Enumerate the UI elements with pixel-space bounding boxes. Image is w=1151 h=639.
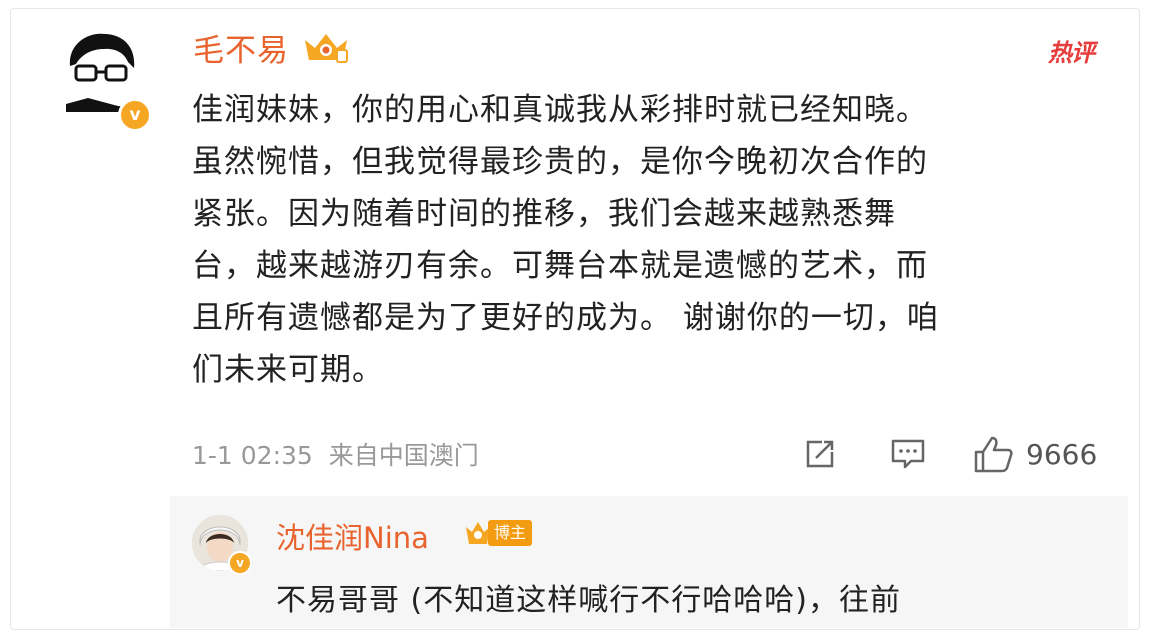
share-icon: [806, 440, 834, 468]
verified-icon: v: [228, 551, 252, 575]
like-count: 9666: [1026, 437, 1098, 471]
hot-comment-tag: 热评: [1048, 39, 1095, 67]
verified-icon: v: [118, 98, 152, 132]
location: 来自中国澳门: [328, 441, 479, 470]
comment-meta: 1-1 02:35 来自中国澳门: [192, 436, 479, 472]
blogger-tag: 博主: [488, 520, 533, 546]
share-button[interactable]: [802, 436, 838, 472]
comment-line: 且所有遗憾都是为了更好的成为。 谢谢你的一切，咱: [192, 300, 939, 336]
thumbs-up-icon: [974, 436, 1013, 473]
reply-username[interactable]: 沈佳润Nina: [276, 515, 429, 557]
timestamp: 1-1 02:35: [192, 441, 313, 470]
crown-badge-icon: [305, 34, 348, 63]
comment-button[interactable]: [889, 436, 927, 472]
comment-line: 佳润妹妹，你的用心和真诚我从彩排时就已经知晓。: [192, 92, 928, 128]
comment-line: 紧张。因为随着时间的推移，我们会越来越熟悉舞: [192, 196, 896, 232]
comment-line: 虽然惋惜，但我觉得最珍贵的，是你今晚初次合作的: [192, 144, 928, 180]
comment-line: 们未来可期。: [192, 352, 384, 388]
reply-body: 不易哥哥 (不知道这样喊行不行哈哈哈)，往前: [276, 583, 901, 618]
comment-icon: [891, 439, 925, 469]
comment-line: 台，越来越游刃有余。可舞台本就是遗憾的艺术，而: [192, 248, 928, 284]
blogger-badge: 博主: [464, 518, 533, 548]
comment-username[interactable]: 毛不易: [193, 25, 289, 70]
like-button[interactable]: 9666: [972, 436, 1098, 473]
comment-body: 佳润妹妹，你的用心和真诚我从彩排时就已经知晓。 虽然惋惜，但我觉得最珍贵的，是你…: [192, 84, 1102, 396]
